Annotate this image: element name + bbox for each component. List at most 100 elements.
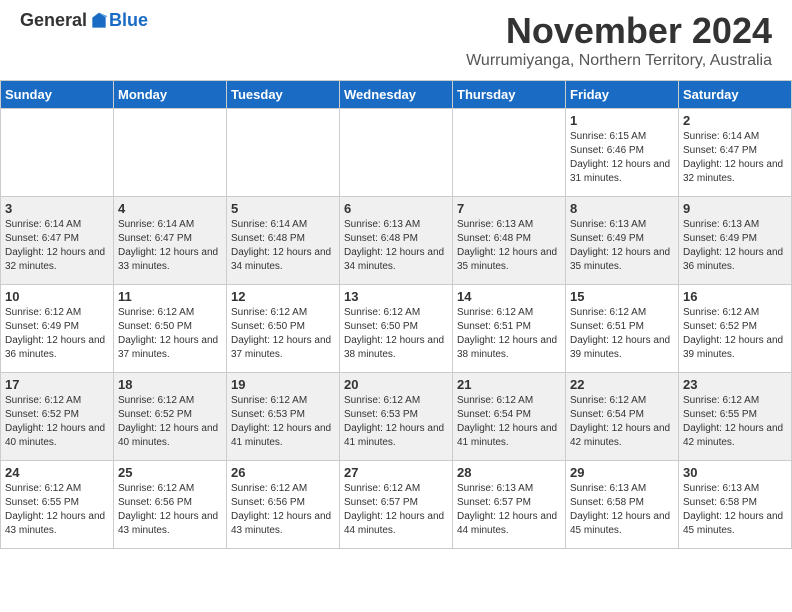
logo-blue: Blue	[109, 10, 148, 31]
day-number: 6	[344, 201, 448, 216]
calendar-cell: 26 Sunrise: 6:12 AM Sunset: 6:56 PM Dayli…	[227, 461, 340, 549]
calendar-cell	[114, 109, 227, 197]
calendar-cell: 17 Sunrise: 6:12 AM Sunset: 6:52 PM Dayli…	[1, 373, 114, 461]
calendar-cell	[453, 109, 566, 197]
logo-icon	[89, 11, 109, 31]
calendar-header-row: SundayMondayTuesdayWednesdayThursdayFrid…	[1, 81, 792, 109]
header: General Blue November 2024 Wurrumiyanga,…	[0, 0, 792, 75]
day-info: Sunrise: 6:14 AM Sunset: 6:47 PM Dayligh…	[118, 218, 222, 274]
calendar-cell: 20 Sunrise: 6:12 AM Sunset: 6:53 PM Dayli…	[340, 373, 453, 461]
calendar-cell: 14Sunrise: 6:12 AM Sunset: 6:51 PM Dayli…	[453, 285, 566, 373]
day-info: Sunrise: 6:12 AM Sunset: 6:56 PM Dayligh…	[118, 482, 222, 538]
day-number: 30	[683, 465, 787, 480]
calendar-cell: 7Sunrise: 6:13 AM Sunset: 6:48 PM Daylig…	[453, 197, 566, 285]
day-number: 14	[457, 289, 561, 304]
calendar-week-0: 1Sunrise: 6:15 AM Sunset: 6:46 PM Daylig…	[1, 109, 792, 197]
header-sunday: Sunday	[1, 81, 114, 109]
day-number: 5	[231, 201, 335, 216]
calendar-cell: 24 Sunrise: 6:12 AM Sunset: 6:55 PM Dayli…	[1, 461, 114, 549]
day-info: Sunrise: 6:14 AM Sunset: 6:48 PM Dayligh…	[231, 218, 335, 274]
day-info: Sunrise: 6:12 AM Sunset: 6:54 PM Dayligh…	[457, 394, 561, 450]
day-info: Sunrise: 6:12 AM Sunset: 6:55 PM Dayligh…	[5, 482, 109, 538]
calendar-cell: 9 Sunrise: 6:13 AM Sunset: 6:49 PM Daylig…	[679, 197, 792, 285]
calendar-cell: 15Sunrise: 6:12 AM Sunset: 6:51 PM Dayli…	[566, 285, 679, 373]
calendar-cell: 16 Sunrise: 6:12 AM Sunset: 6:52 PM Dayli…	[679, 285, 792, 373]
calendar-cell: 21 Sunrise: 6:12 AM Sunset: 6:54 PM Dayli…	[453, 373, 566, 461]
calendar-cell: 12Sunrise: 6:12 AM Sunset: 6:50 PM Dayli…	[227, 285, 340, 373]
day-number: 21	[457, 377, 561, 392]
day-info: Sunrise: 6:12 AM Sunset: 6:50 PM Dayligh…	[344, 306, 448, 362]
calendar-cell: 8 Sunrise: 6:13 AM Sunset: 6:49 PM Daylig…	[566, 197, 679, 285]
day-number: 13	[344, 289, 448, 304]
day-info: Sunrise: 6:12 AM Sunset: 6:56 PM Dayligh…	[231, 482, 335, 538]
day-number: 25	[118, 465, 222, 480]
calendar-cell: 27Sunrise: 6:12 AM Sunset: 6:57 PM Dayli…	[340, 461, 453, 549]
day-info: Sunrise: 6:12 AM Sunset: 6:54 PM Dayligh…	[570, 394, 674, 450]
header-monday: Monday	[114, 81, 227, 109]
day-info: Sunrise: 6:13 AM Sunset: 6:49 PM Dayligh…	[570, 218, 674, 274]
day-info: Sunrise: 6:13 AM Sunset: 6:58 PM Dayligh…	[570, 482, 674, 538]
calendar-cell: 10 Sunrise: 6:12 AM Sunset: 6:49 PM Dayli…	[1, 285, 114, 373]
calendar-week-3: 17 Sunrise: 6:12 AM Sunset: 6:52 PM Dayli…	[1, 373, 792, 461]
calendar-cell: 28 Sunrise: 6:13 AM Sunset: 6:57 PM Dayli…	[453, 461, 566, 549]
calendar: SundayMondayTuesdayWednesdayThursdayFrid…	[0, 80, 792, 549]
calendar-cell: 25 Sunrise: 6:12 AM Sunset: 6:56 PM Dayli…	[114, 461, 227, 549]
calendar-cell: 6 Sunrise: 6:13 AM Sunset: 6:48 PM Daylig…	[340, 197, 453, 285]
day-info: Sunrise: 6:12 AM Sunset: 6:57 PM Dayligh…	[344, 482, 448, 538]
calendar-cell: 23 Sunrise: 6:12 AM Sunset: 6:55 PM Dayli…	[679, 373, 792, 461]
day-info: Sunrise: 6:12 AM Sunset: 6:50 PM Dayligh…	[118, 306, 222, 362]
header-saturday: Saturday	[679, 81, 792, 109]
header-friday: Friday	[566, 81, 679, 109]
logo-general: General	[20, 10, 87, 31]
day-number: 8	[570, 201, 674, 216]
calendar-cell: 30 Sunrise: 6:13 AM Sunset: 6:58 PM Dayli…	[679, 461, 792, 549]
day-number: 16	[683, 289, 787, 304]
day-number: 20	[344, 377, 448, 392]
logo: General Blue	[20, 10, 148, 31]
day-info: Sunrise: 6:13 AM Sunset: 6:57 PM Dayligh…	[457, 482, 561, 538]
calendar-cell: 3 Sunrise: 6:14 AM Sunset: 6:47 PM Daylig…	[1, 197, 114, 285]
day-info: Sunrise: 6:12 AM Sunset: 6:53 PM Dayligh…	[231, 394, 335, 450]
day-number: 10	[5, 289, 109, 304]
day-info: Sunrise: 6:12 AM Sunset: 6:50 PM Dayligh…	[231, 306, 335, 362]
calendar-cell: 4Sunrise: 6:14 AM Sunset: 6:47 PM Daylig…	[114, 197, 227, 285]
calendar-cell: 13 Sunrise: 6:12 AM Sunset: 6:50 PM Dayli…	[340, 285, 453, 373]
day-info: Sunrise: 6:12 AM Sunset: 6:53 PM Dayligh…	[344, 394, 448, 450]
title-section: November 2024 Wurrumiyanga, Northern Ter…	[466, 10, 772, 70]
day-number: 26	[231, 465, 335, 480]
day-info: Sunrise: 6:12 AM Sunset: 6:49 PM Dayligh…	[5, 306, 109, 362]
calendar-week-4: 24 Sunrise: 6:12 AM Sunset: 6:55 PM Dayli…	[1, 461, 792, 549]
calendar-cell: 29 Sunrise: 6:13 AM Sunset: 6:58 PM Dayli…	[566, 461, 679, 549]
day-info: Sunrise: 6:13 AM Sunset: 6:48 PM Dayligh…	[344, 218, 448, 274]
day-number: 9	[683, 201, 787, 216]
day-info: Sunrise: 6:14 AM Sunset: 6:47 PM Dayligh…	[5, 218, 109, 274]
day-number: 7	[457, 201, 561, 216]
day-info: Sunrise: 6:13 AM Sunset: 6:58 PM Dayligh…	[683, 482, 787, 538]
calendar-cell: 11 Sunrise: 6:12 AM Sunset: 6:50 PM Dayli…	[114, 285, 227, 373]
day-number: 23	[683, 377, 787, 392]
day-info: Sunrise: 6:12 AM Sunset: 6:52 PM Dayligh…	[5, 394, 109, 450]
day-number: 24	[5, 465, 109, 480]
calendar-cell: 22Sunrise: 6:12 AM Sunset: 6:54 PM Dayli…	[566, 373, 679, 461]
calendar-cell: 19 Sunrise: 6:12 AM Sunset: 6:53 PM Dayli…	[227, 373, 340, 461]
day-info: Sunrise: 6:12 AM Sunset: 6:55 PM Dayligh…	[683, 394, 787, 450]
day-info: Sunrise: 6:13 AM Sunset: 6:49 PM Dayligh…	[683, 218, 787, 274]
calendar-week-2: 10 Sunrise: 6:12 AM Sunset: 6:49 PM Dayli…	[1, 285, 792, 373]
calendar-cell: 2Sunrise: 6:14 AM Sunset: 6:47 PM Daylig…	[679, 109, 792, 197]
day-number: 3	[5, 201, 109, 216]
header-thursday: Thursday	[453, 81, 566, 109]
day-info: Sunrise: 6:12 AM Sunset: 6:52 PM Dayligh…	[118, 394, 222, 450]
calendar-cell	[340, 109, 453, 197]
day-number: 2	[683, 113, 787, 128]
day-number: 11	[118, 289, 222, 304]
calendar-cell	[227, 109, 340, 197]
month-title: November 2024	[466, 10, 772, 52]
header-tuesday: Tuesday	[227, 81, 340, 109]
day-info: Sunrise: 6:12 AM Sunset: 6:52 PM Dayligh…	[683, 306, 787, 362]
day-number: 29	[570, 465, 674, 480]
day-number: 19	[231, 377, 335, 392]
day-number: 17	[5, 377, 109, 392]
calendar-cell: 5 Sunrise: 6:14 AM Sunset: 6:48 PM Daylig…	[227, 197, 340, 285]
day-number: 15	[570, 289, 674, 304]
day-number: 28	[457, 465, 561, 480]
